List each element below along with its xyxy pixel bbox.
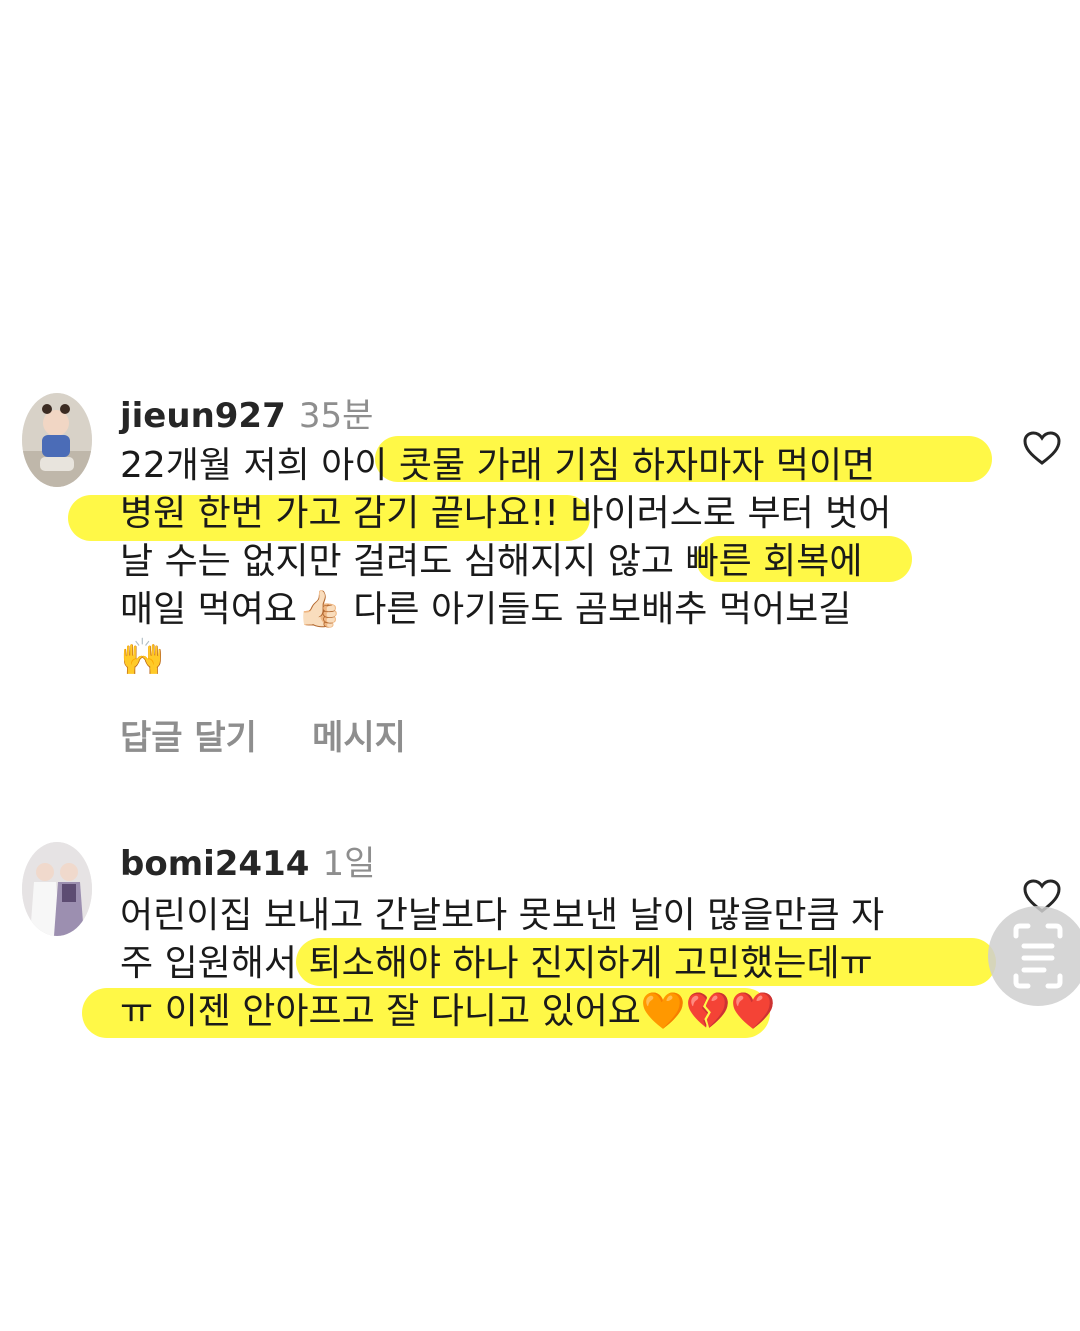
text-scan-button[interactable]: [988, 906, 1080, 1006]
avatar[interactable]: [22, 842, 92, 936]
comment-text: 22개월 저희 아이 콧물 가래 기침 하자마자 먹이면 병원 한번 가고 감기…: [120, 442, 980, 682]
timestamp: 1일: [322, 844, 376, 884]
timestamp: 35분: [298, 396, 374, 436]
comment-line: 🙌: [120, 637, 165, 678]
comment-line: 날 수는 없지만 걸려도 심해지지 않고 빠른 회복에: [120, 541, 863, 582]
text-scan-icon: [1013, 923, 1063, 989]
comment-line: 22개월 저희 아이 콧물 가래 기침 하자마자 먹이면: [120, 445, 876, 486]
avatar-photo: [22, 393, 92, 487]
comment-line: 어린이집 보내고 간날보다 못보낸 날이 많을만큼 자: [120, 895, 885, 936]
comment-header: bomi2414 1일: [120, 836, 375, 885]
comment-text: 어린이집 보내고 간날보다 못보낸 날이 많을만큼 자 주 입원해서 퇴소해야 …: [120, 892, 980, 1036]
comment-line: 주 입원해서 퇴소해야 하나 진지하게 고민했는데ㅠ: [120, 943, 873, 984]
comment-line: 병원 한번 가고 감기 끝나요!! 바이러스로 부터 벗어: [120, 493, 892, 534]
avatar[interactable]: [22, 393, 92, 487]
message-button[interactable]: 메시지: [312, 718, 406, 758]
comment-line: 매일 먹여요👍🏻 다른 아기들도 곰보배추 먹어보길: [120, 589, 852, 630]
comment-header: jieun927 35분: [120, 388, 373, 437]
reply-button[interactable]: 답글 달기: [120, 718, 257, 758]
comment-actions: 답글 달기 메시지: [120, 710, 456, 759]
heart-outline-icon[interactable]: [1022, 430, 1062, 466]
avatar-photo: [22, 842, 92, 936]
comment-line: ㅠ 이젠 안아프고 잘 다니고 있어요🧡💔❤️: [120, 991, 776, 1032]
username[interactable]: jieun927: [120, 396, 286, 436]
username[interactable]: bomi2414: [120, 844, 309, 884]
